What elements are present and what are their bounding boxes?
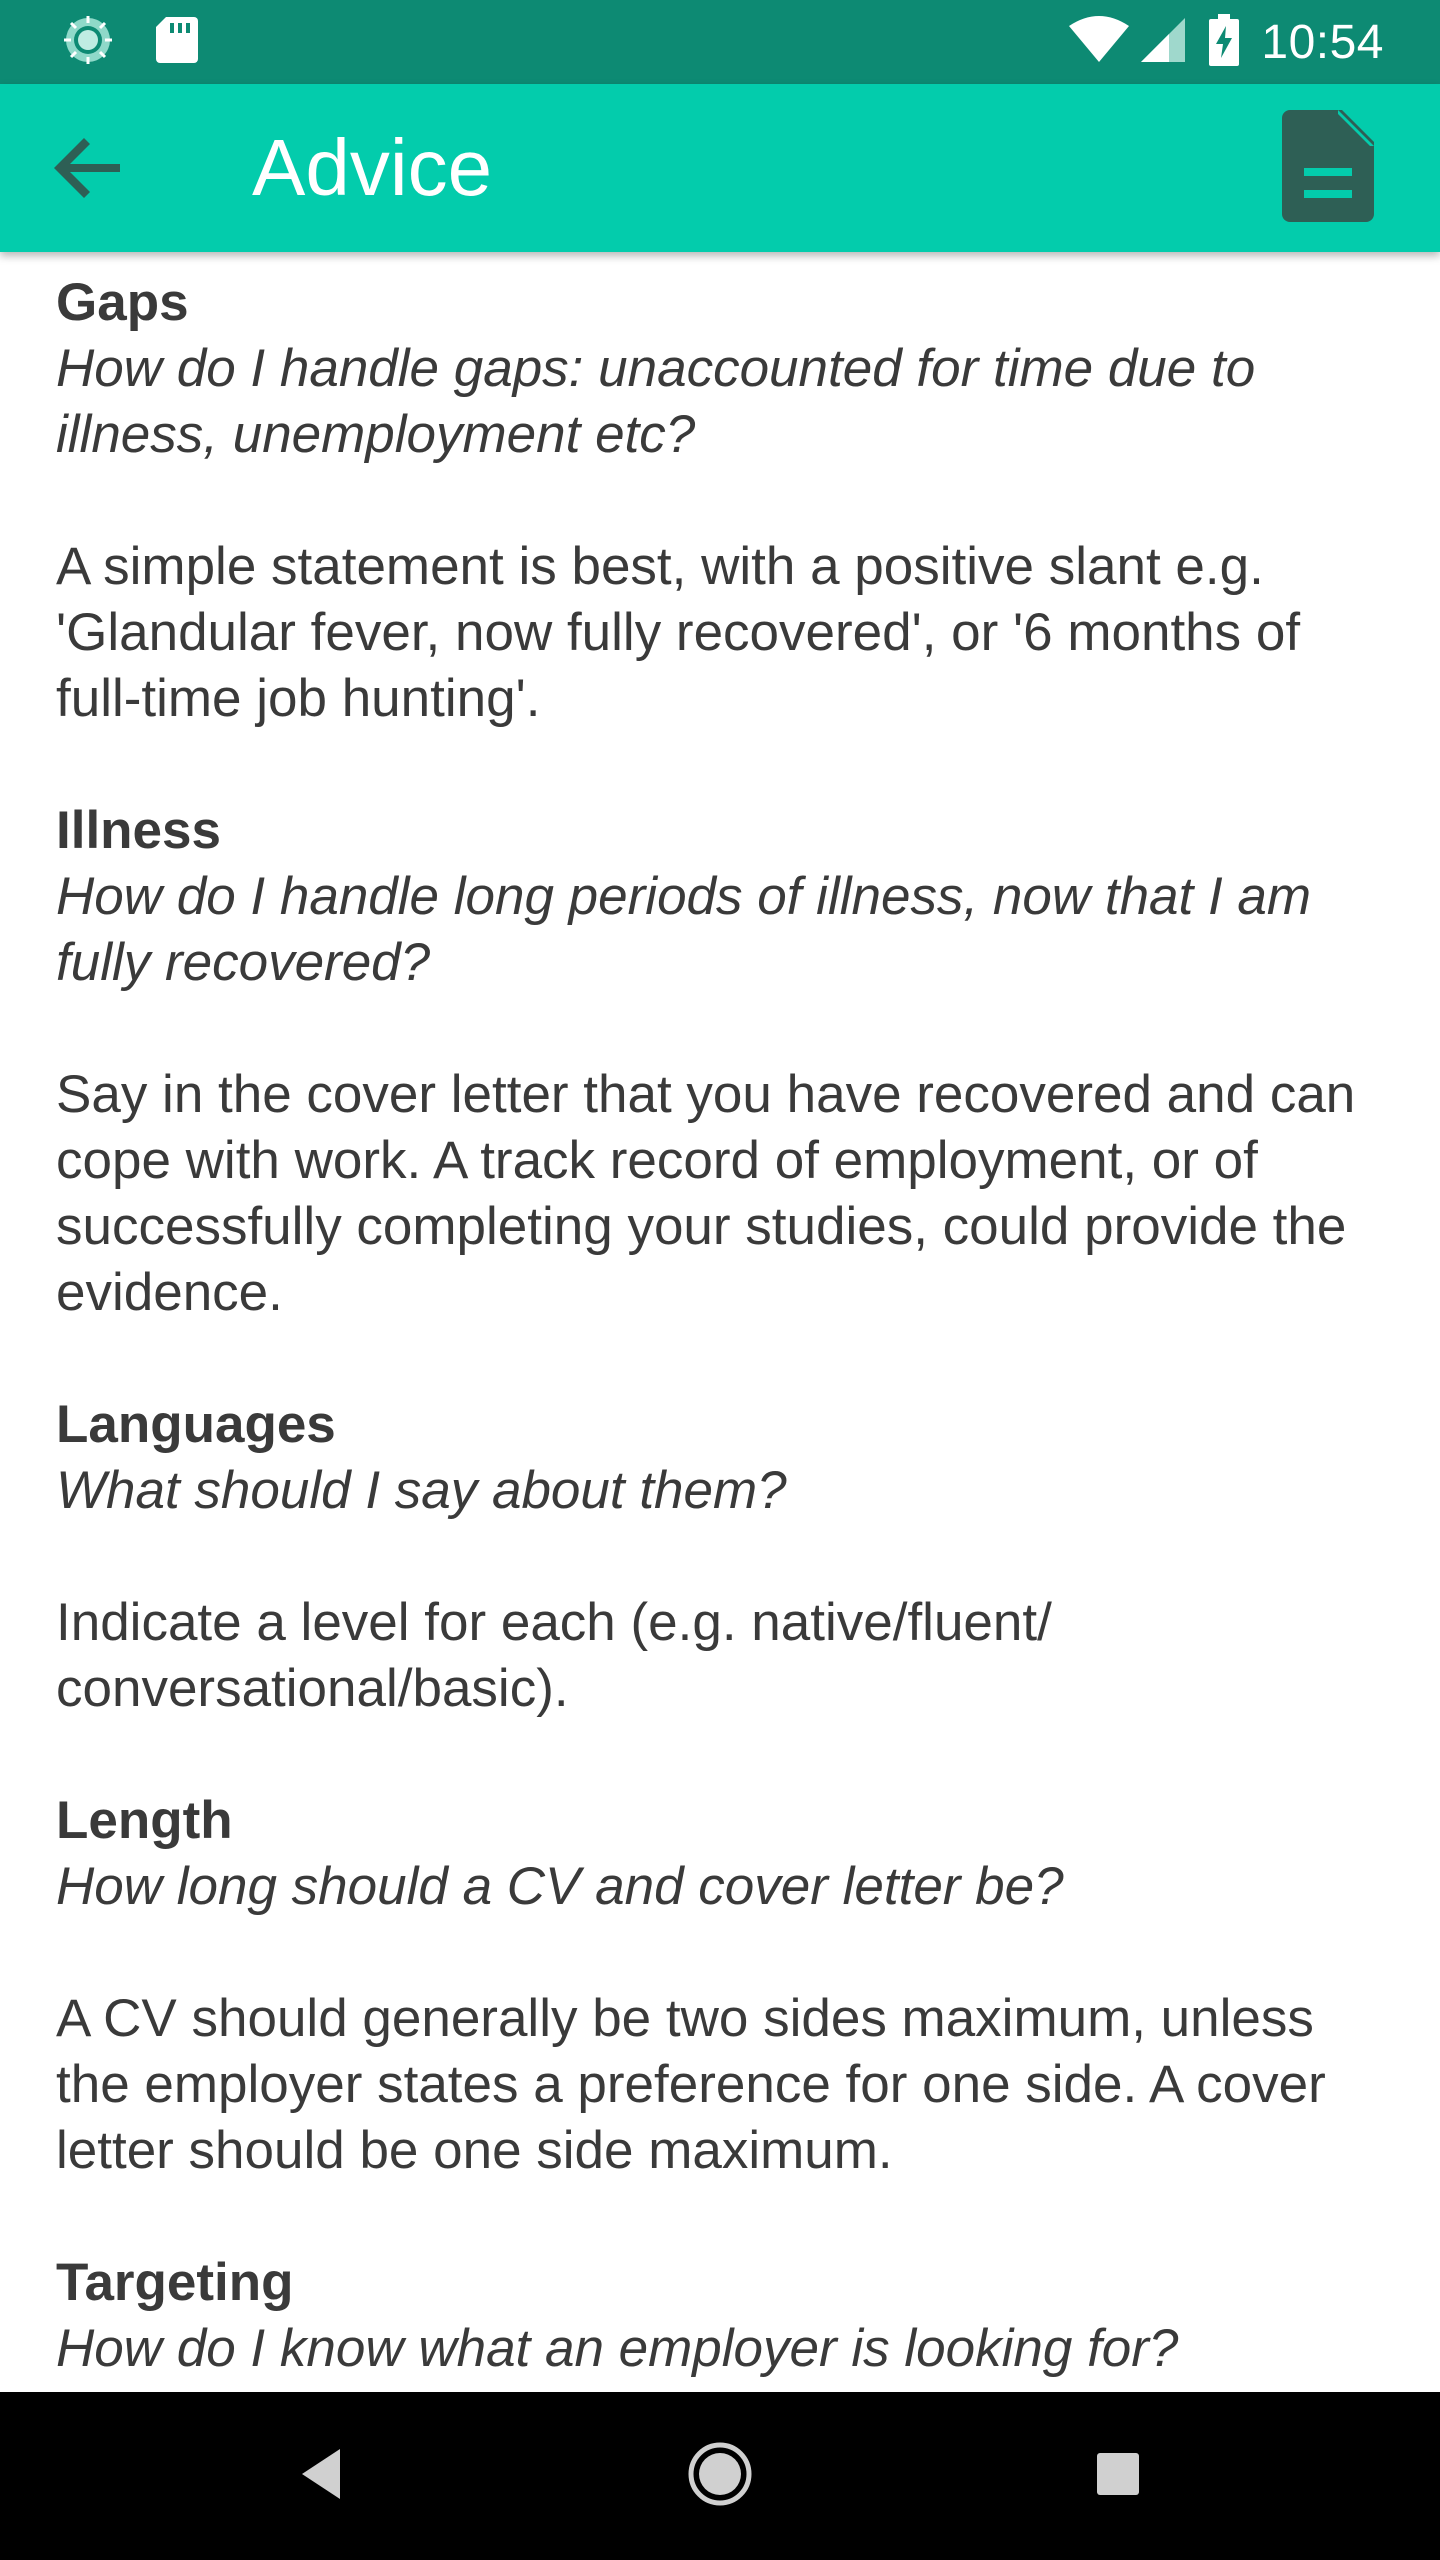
advice-section-illness: Illness How do I handle long periods of … — [56, 798, 1384, 1326]
section-title: Gaps — [56, 273, 189, 332]
screen: 10:54 Advice Gaps How do I handle gaps: … — [0, 0, 1440, 2560]
advice-list: Gaps How do I handle gaps: unaccounted f… — [0, 252, 1440, 2382]
sync-icon — [62, 14, 114, 71]
document-button[interactable] — [1276, 109, 1380, 227]
battery-charging-icon — [1209, 13, 1240, 71]
advice-section-length: Length How long should a CV and cover le… — [56, 1788, 1384, 2184]
app-bar: Advice — [0, 84, 1440, 252]
document-icon — [1282, 109, 1374, 227]
nav-recents-icon — [1095, 2451, 1141, 2502]
advice-section-gaps: Gaps How do I handle gaps: unaccounted f… — [56, 270, 1384, 732]
advice-section-languages: Languages What should I say about them? … — [56, 1392, 1384, 1722]
section-answer: A CV should generally be two sides maxim… — [56, 1989, 1326, 2180]
page-title: Advice — [252, 123, 493, 212]
back-button[interactable] — [46, 128, 130, 212]
section-title: Languages — [56, 1395, 336, 1454]
section-question: How do I handle long periods of illness,… — [56, 867, 1312, 992]
status-bar-left — [62, 15, 198, 66]
section-answer: Say in the cover letter that you have re… — [56, 1065, 1356, 1322]
section-question: How do I know what an employer is lookin… — [56, 2319, 1179, 2378]
nav-home-button[interactable] — [678, 2434, 762, 2518]
section-question: What should I say about them? — [56, 1461, 787, 1520]
advice-section-targeting: Targeting How do I know what an employer… — [56, 2250, 1384, 2382]
section-answer: A simple statement is best, with a posit… — [56, 537, 1301, 728]
section-answer: Indicate a level for each (e.g. native/f… — [56, 1593, 1052, 1718]
advice-content[interactable]: Gaps How do I handle gaps: unaccounted f… — [0, 252, 1440, 2392]
section-question: How long should a CV and cover letter be… — [56, 1857, 1064, 1916]
nav-back-icon — [298, 2447, 346, 2506]
navigation-bar — [0, 2392, 1440, 2560]
arrow-back-icon — [48, 128, 128, 213]
section-title: Length — [56, 1791, 233, 1850]
section-title: Illness — [56, 801, 221, 860]
status-time: 10:54 — [1261, 15, 1384, 69]
status-bar-right: 10:54 — [1069, 0, 1384, 84]
sd-card-icon — [156, 15, 198, 70]
nav-home-icon — [687, 2441, 753, 2512]
nav-back-button[interactable] — [280, 2434, 364, 2518]
wifi-icon — [1069, 15, 1130, 69]
nav-recents-button[interactable] — [1076, 2434, 1160, 2518]
section-question: How do I handle gaps: unaccounted for ti… — [56, 339, 1256, 464]
section-title: Targeting — [56, 2253, 294, 2312]
status-bar: 10:54 — [0, 0, 1440, 84]
cellular-signal-icon — [1139, 16, 1186, 69]
